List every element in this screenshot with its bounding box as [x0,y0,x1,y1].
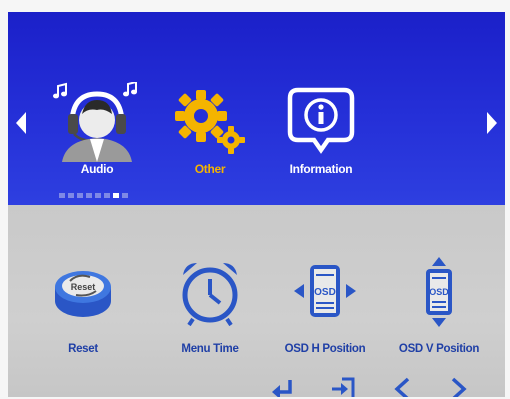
headset-person-icon [52,80,142,167]
page-indicator-dot [77,193,83,198]
osd-v-position-icon: OSD [404,257,474,332]
osd-h-icon-text: OSD [314,287,336,298]
osd-v-icon-text: OSD [429,287,449,297]
osd-h-position-icon: OSD [290,257,360,332]
reset-icon-text: Reset [71,282,96,292]
main-category-panel: Audio Other Information [8,12,505,205]
submenu-osd-h-position[interactable]: OSD OSD H Position [270,257,380,367]
enter-icon[interactable] [268,374,298,397]
info-bubble-icon [276,82,366,167]
page-indicator-dot [59,193,65,198]
osd-navigation-bar [268,374,488,397]
submenu-osd-v-position-label: OSD V Position [398,343,480,355]
gears-icon [165,82,255,167]
page-indicator [59,193,128,199]
page-indicator-dot [95,193,101,198]
scroll-right-arrow-icon[interactable] [485,110,499,136]
submenu-menu-time-label: Menu Time [181,343,239,355]
submenu-osd-v-position[interactable]: OSD OSD V Position [384,257,494,367]
right-icon[interactable] [443,374,473,397]
submenu-osd-h-position-label: OSD H Position [284,343,366,355]
category-other-label: Other [194,162,226,176]
exit-icon[interactable] [328,374,358,397]
page-indicator-dot [68,193,74,198]
page-indicator-dot [104,193,110,198]
alarm-clock-icon [175,257,245,332]
page-indicator-dot [86,193,92,198]
submenu-reset[interactable]: Reset Reset [28,257,138,367]
submenu-reset-label: Reset [68,343,98,355]
submenu-menu-time[interactable]: Menu Time [155,257,265,367]
category-information-label: Information [289,162,353,176]
category-audio[interactable]: Audio [42,72,152,182]
page-indicator-dot [122,193,128,198]
scroll-left-arrow-icon[interactable] [14,110,28,136]
left-icon[interactable] [388,374,418,397]
osd-menu: Audio Other Information Reset Reset Menu… [8,12,505,397]
page-indicator-dot [113,193,119,198]
category-information[interactable]: Information [266,72,376,182]
category-audio-label: Audio [80,162,114,176]
category-other[interactable]: Other [155,72,265,182]
reset-button-icon: Reset [48,257,118,332]
